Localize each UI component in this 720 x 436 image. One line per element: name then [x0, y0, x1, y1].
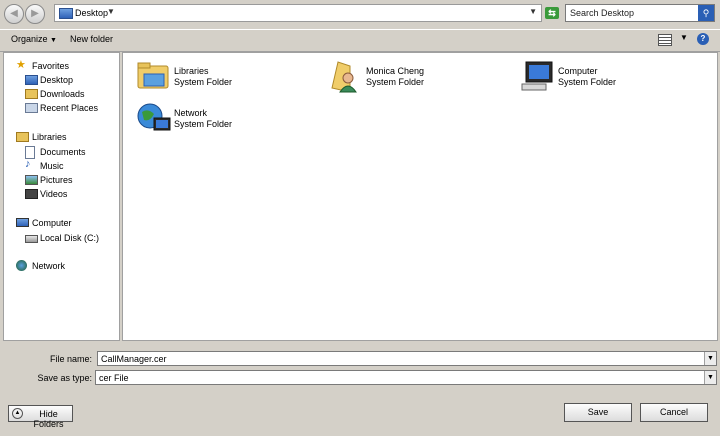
item-monica-cheng[interactable]: Monica Cheng System Folder: [328, 58, 508, 98]
computer-icon: [16, 218, 29, 227]
save-type-value: cer File: [99, 373, 129, 383]
nav-item-label: Pictures: [40, 175, 73, 185]
downloads-folder-icon: [25, 89, 38, 99]
desktop-icon: [25, 75, 38, 85]
nav-item-label: Music: [40, 161, 64, 171]
nav-favorites[interactable]: ★ Favorites: [4, 59, 114, 73]
nav-item-local-disk[interactable]: Local Disk (C:): [4, 231, 114, 245]
address-field[interactable]: Desktop ▼ ▼: [54, 4, 542, 22]
navigation-pane: ★ Favorites Desktop Downloads Recent Pla…: [3, 52, 120, 341]
item-name: Computer: [558, 66, 598, 76]
item-name: Monica Cheng: [366, 66, 425, 76]
local-disk-icon: [25, 235, 38, 243]
file-name-field[interactable]: CallManager.cer ▼: [97, 351, 717, 366]
forward-button[interactable]: ▶: [25, 4, 45, 24]
nav-item-label: Videos: [40, 189, 68, 199]
nav-item-music[interactable]: ♪ Music: [4, 158, 114, 173]
cancel-button[interactable]: Cancel: [640, 403, 708, 422]
star-icon: ★: [16, 59, 26, 71]
item-type: System Folder: [558, 77, 617, 87]
views-icon[interactable]: [658, 34, 672, 46]
new-folder-button[interactable]: New folder: [70, 34, 113, 44]
user-folder-icon: [331, 61, 357, 93]
hide-folders-button[interactable]: ▲ Hide Folders: [8, 405, 73, 429]
search-icon[interactable]: ⚲: [698, 5, 714, 21]
nav-libraries[interactable]: Libraries: [4, 130, 114, 144]
nav-item-label: Local Disk (C:): [40, 233, 100, 243]
network-icon: [137, 103, 171, 131]
nav-computer[interactable]: Computer: [4, 216, 114, 230]
nav-network-label: Network: [32, 261, 66, 271]
computer-icon: [521, 61, 553, 91]
nav-libraries-label: Libraries: [32, 132, 67, 142]
command-toolbar: Organize ▼ New folder ▼ ?: [0, 29, 720, 52]
nav-item-pictures[interactable]: Pictures: [4, 173, 114, 187]
organize-label: Organize: [11, 34, 48, 44]
libraries-icon: [16, 132, 29, 142]
hide-folders-label: Hide Folders: [33, 409, 64, 429]
videos-icon: [25, 189, 38, 199]
file-name-value: CallManager.cer: [101, 354, 167, 364]
file-name-label: File name:: [49, 354, 92, 364]
back-button[interactable]: ◀: [4, 4, 24, 24]
desktop-icon: [59, 8, 73, 19]
chevron-down-icon: ▼: [50, 37, 57, 44]
nav-item-label: Desktop: [40, 75, 74, 85]
item-type: System Folder: [366, 77, 425, 87]
pictures-icon: [25, 175, 38, 185]
save-type-label: Save as type:: [37, 373, 92, 383]
search-input[interactable]: Search Desktop ⚲: [565, 4, 715, 22]
nav-item-label: Recent Places: [40, 103, 99, 113]
nav-favorites-label: Favorites: [32, 61, 70, 71]
nav-item-downloads[interactable]: Downloads: [4, 87, 114, 101]
item-name: Network: [174, 108, 208, 118]
item-computer[interactable]: Computer System Folder: [520, 58, 700, 98]
chevron-down-icon[interactable]: ▼: [704, 352, 716, 365]
chevron-down-icon[interactable]: ▼: [704, 371, 716, 384]
address-bar-row: ◀ ▶ Desktop ▼ ▼ ⇆ Search Desktop ⚲: [0, 0, 720, 28]
nav-item-documents[interactable]: Documents: [4, 145, 114, 159]
forward-arrow-icon: ▶: [31, 8, 39, 19]
nav-item-desktop[interactable]: Desktop: [4, 73, 114, 87]
back-arrow-icon: ◀: [10, 8, 18, 19]
item-name: Libraries: [174, 66, 209, 76]
save-button[interactable]: Save: [564, 403, 632, 422]
address-location: Desktop: [75, 8, 109, 18]
network-icon: [16, 260, 27, 271]
item-libraries[interactable]: Libraries System Folder: [136, 58, 316, 98]
item-type: System Folder: [174, 77, 233, 87]
nav-item-videos[interactable]: Videos: [4, 187, 114, 201]
nav-item-recent-places[interactable]: Recent Places: [4, 101, 114, 115]
libraries-folder-icon: [137, 62, 169, 89]
recent-places-icon: [25, 103, 38, 113]
help-icon[interactable]: ?: [697, 33, 709, 45]
nav-item-label: Downloads: [40, 89, 85, 99]
item-network[interactable]: Network System Folder: [136, 100, 316, 140]
breadcrumb-chevron-icon[interactable]: ▼: [107, 7, 115, 16]
organize-button[interactable]: Organize ▼: [11, 34, 57, 44]
save-type-select[interactable]: cer File ▼: [95, 370, 717, 385]
music-icon: ♪: [25, 158, 31, 170]
refresh-icon[interactable]: ⇆: [545, 7, 559, 19]
search-placeholder: Search Desktop: [570, 8, 635, 18]
views-dropdown-icon[interactable]: ▼: [680, 33, 688, 42]
file-list: Libraries System Folder Monica Cheng Sys…: [122, 52, 718, 341]
chevron-up-icon: ▲: [12, 408, 23, 419]
nav-item-label: Documents: [40, 147, 86, 157]
nav-network[interactable]: Network: [4, 259, 114, 273]
item-type: System Folder: [174, 119, 233, 129]
nav-computer-label: Computer: [32, 218, 72, 228]
address-dropdown-icon[interactable]: ▼: [529, 7, 537, 16]
